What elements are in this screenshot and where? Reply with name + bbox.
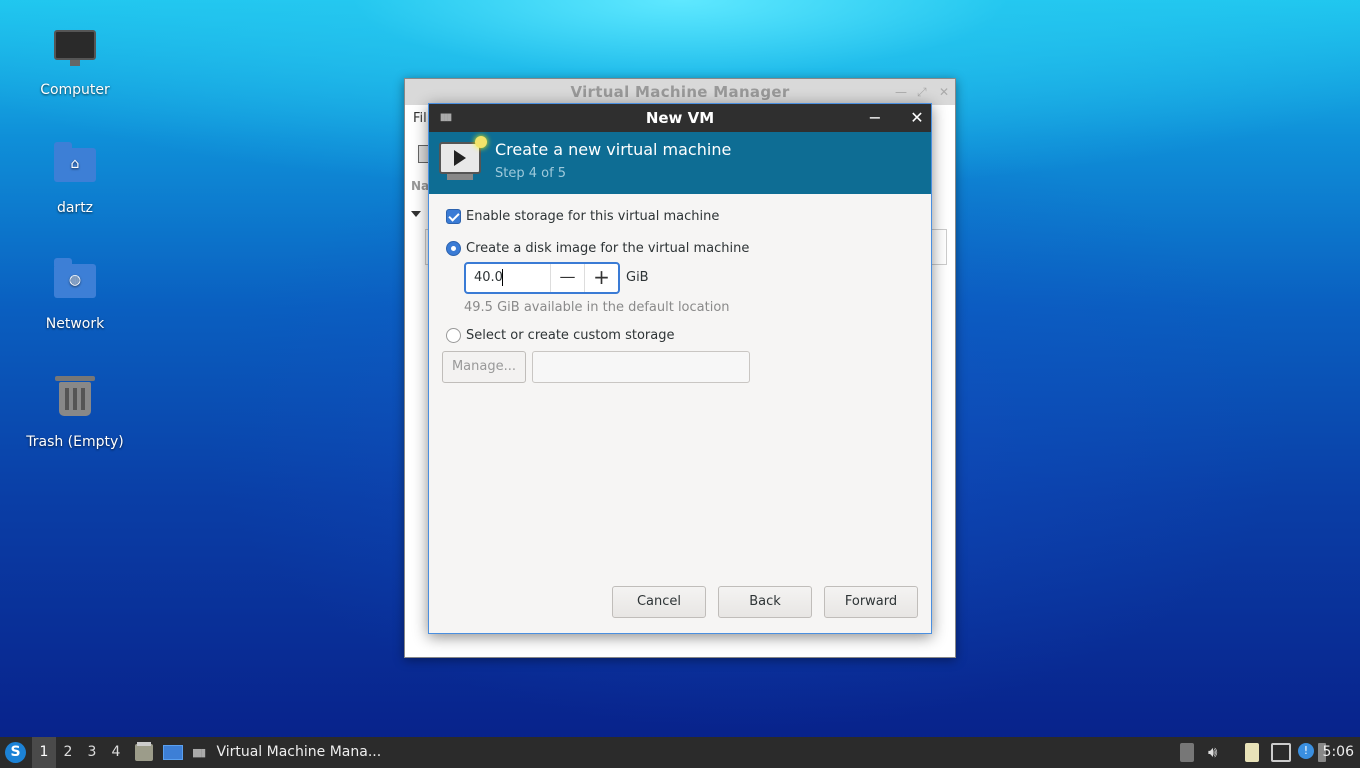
- desktop-icon-trash[interactable]: Trash (Empty): [20, 372, 130, 450]
- close-icon[interactable]: ✕: [903, 104, 931, 132]
- vmm-name-column-header[interactable]: Na: [411, 179, 429, 193]
- decrement-icon[interactable]: —: [550, 264, 584, 292]
- vmm-close-icon[interactable]: ✕: [939, 85, 949, 99]
- volume-icon[interactable]: 🔊︎: [1208, 743, 1226, 762]
- dialog-titlebar: ▮▮▮ New VM − ✕: [429, 104, 931, 132]
- workspace-1[interactable]: 1: [32, 737, 56, 768]
- file-manager-icon[interactable]: [135, 742, 153, 761]
- enable-storage-label[interactable]: Enable storage for this virtual machine: [466, 209, 719, 224]
- home-folder-icon: ⌂: [54, 142, 96, 182]
- custom-storage-radio[interactable]: [446, 328, 461, 343]
- new-vm-dialog: ▮▮▮ New VM − ✕ Create a new virtual mach…: [428, 103, 932, 634]
- enable-storage-checkbox[interactable]: [446, 209, 461, 224]
- notification-icon[interactable]: !: [1298, 743, 1314, 759]
- vm-app-icon: ▮▮▮: [439, 112, 453, 123]
- manage-button[interactable]: Manage...: [442, 351, 526, 383]
- network-folder-icon: ◍: [54, 258, 96, 298]
- create-disk-label[interactable]: Create a disk image for the virtual mach…: [466, 241, 749, 256]
- task-label: Virtual Machine Mana...: [216, 744, 382, 760]
- taskbar-task-vmm[interactable]: ▮▮▮ Virtual Machine Mana...: [192, 737, 381, 768]
- workspace-3[interactable]: 3: [80, 737, 104, 768]
- new-vm-monitor-icon: [439, 136, 487, 174]
- wizard-header: Create a new virtual machine Step 4 of 5: [429, 132, 931, 194]
- dialog-title: New VM: [645, 109, 715, 127]
- vmm-maximize-icon[interactable]: ⤢: [917, 85, 927, 100]
- forward-button[interactable]: Forward: [824, 586, 918, 618]
- desktop-icon-label: Trash (Empty): [26, 434, 124, 450]
- eject-icon[interactable]: [1180, 743, 1194, 762]
- minimize-icon[interactable]: −: [861, 104, 889, 132]
- desktop-icon-label: dartz: [56, 200, 94, 216]
- disk-size-input[interactable]: 40.0: [474, 270, 503, 285]
- custom-storage-label[interactable]: Select or create custom storage: [466, 328, 674, 343]
- vm-app-icon: ▮▮▮: [192, 746, 206, 759]
- taskbar: S 1 2 3 4 ▮▮▮ Virtual Machine Mana... 🔊︎…: [0, 737, 1360, 768]
- desktop-icon-home[interactable]: ⌂ dartz: [20, 140, 130, 216]
- computer-icon: [54, 30, 96, 66]
- clipboard-icon[interactable]: [1245, 743, 1259, 762]
- vmm-minimize-icon[interactable]: —: [895, 85, 907, 99]
- desktop-icon-label: Computer: [40, 82, 110, 98]
- available-space-hint: 49.5 GiB available in the default locati…: [464, 300, 730, 315]
- network-icon[interactable]: [1271, 743, 1291, 762]
- vmm-file-menu[interactable]: Fil: [413, 111, 427, 126]
- desktop-icon-label: Network: [45, 316, 105, 332]
- increment-icon[interactable]: +: [584, 264, 618, 292]
- vmm-window-title: Virtual Machine Manager: [405, 79, 955, 105]
- custom-storage-path-input[interactable]: [532, 351, 750, 383]
- clock[interactable]: 5:06: [1323, 737, 1354, 768]
- vmm-expand-icon[interactable]: [411, 211, 421, 217]
- wizard-step: Step 4 of 5: [495, 166, 567, 181]
- workspace-4[interactable]: 4: [104, 737, 128, 768]
- trash-icon: [55, 376, 95, 416]
- disk-size-unit: GiB: [626, 270, 649, 285]
- desktop-icon-computer[interactable]: Computer: [20, 22, 130, 98]
- back-button[interactable]: Back: [718, 586, 812, 618]
- create-disk-radio[interactable]: [446, 241, 461, 256]
- start-menu-icon[interactable]: S: [5, 742, 26, 763]
- cancel-button[interactable]: Cancel: [612, 586, 706, 618]
- desktop-icon-network[interactable]: ◍ Network: [20, 256, 130, 332]
- wizard-title: Create a new virtual machine: [495, 140, 732, 159]
- show-desktop-icon[interactable]: [163, 745, 183, 760]
- disk-size-spinner[interactable]: 40.0 — +: [464, 262, 620, 294]
- workspace-2[interactable]: 2: [56, 737, 80, 768]
